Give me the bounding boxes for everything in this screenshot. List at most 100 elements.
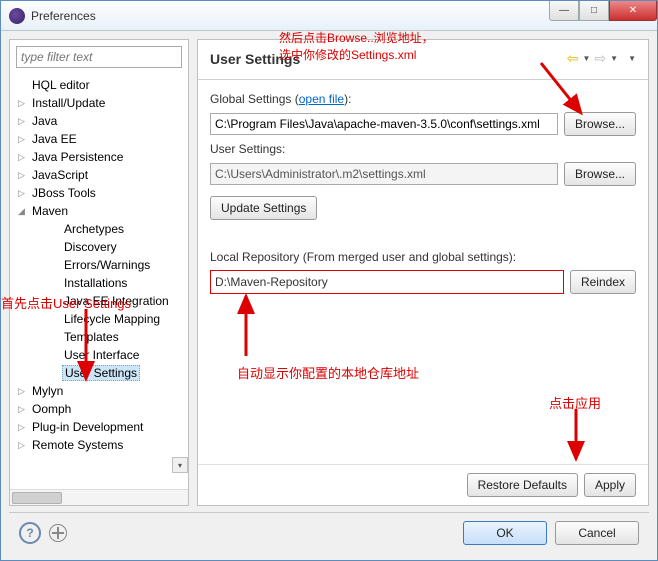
nav-forward-menu[interactable]: ▼ [610,54,618,63]
tree-item-label: Templates [62,330,121,344]
preferences-window: Preferences — □ ✕ HQL editor▷Install/Upd… [0,0,658,561]
apply-button[interactable]: Apply [584,473,636,497]
window-title: Preferences [31,9,549,23]
category-panel: HQL editor▷Install/Update▷Java▷Java EE▷J… [9,39,189,506]
tree-twisty-icon[interactable]: ▷ [18,440,30,451]
nav-forward-icon[interactable]: ⇨ [594,50,606,67]
tree-twisty-icon[interactable]: ◢ [18,206,30,217]
user-settings-label: User Settings: [210,142,636,156]
tree-item-oomph[interactable]: ▷Oomph [10,400,188,418]
tree-item-label: Oomph [30,402,73,416]
tree-twisty-icon[interactable]: ▷ [18,188,30,199]
page-title: User Settings [210,51,300,67]
tree-item-label: Java [30,114,59,128]
page-body: Global Settings (open file): Browse... U… [198,80,648,464]
tree-twisty-icon[interactable]: ▷ [18,404,30,415]
tree-item-label: User Settings [62,365,140,381]
filter-input[interactable] [16,46,182,68]
help-icon[interactable]: ? [19,522,41,544]
dialog-button-bar: ? OK Cancel [9,512,649,552]
tree-item-maven[interactable]: ◢Maven [10,202,188,220]
global-settings-row: Browse... [210,112,636,136]
category-tree[interactable]: HQL editor▷Install/Update▷Java▷Java EE▷J… [10,74,188,489]
hscrollbar-thumb[interactable] [12,492,62,504]
tree-item-label: Lifecycle Mapping [62,312,162,326]
tree-item-user-interface[interactable]: User Interface [10,346,188,364]
tree-item-label: Installations [62,276,129,290]
tree-item-label: Discovery [62,240,119,254]
main-split: HQL editor▷Install/Update▷Java▷Java EE▷J… [9,39,649,506]
tree-item-label: Archetypes [62,222,126,236]
global-settings-input[interactable] [210,113,558,135]
tree-scroll-down[interactable]: ▾ [172,457,188,473]
maximize-button[interactable]: □ [579,1,609,21]
tree-item-user-settings[interactable]: User Settings [10,364,188,382]
tree-item-templates[interactable]: Templates [10,328,188,346]
local-repo-label: Local Repository (From merged user and g… [210,250,636,264]
page-footer: Restore Defaults Apply [198,464,648,505]
tree-item-javascript[interactable]: ▷JavaScript [10,166,188,184]
tree-item-label: Java Persistence [30,150,125,164]
browse-user-button[interactable]: Browse... [564,162,636,186]
tree-item-label: Java EE [30,132,79,146]
tree-twisty-icon[interactable]: ▷ [18,422,30,433]
tree-item-lifecycle-mapping[interactable]: Lifecycle Mapping [10,310,188,328]
tree-item-java-persistence[interactable]: ▷Java Persistence [10,148,188,166]
nav-toolbar: ⇦ ▼ ⇨ ▼ ▼ [567,50,636,67]
update-settings-button[interactable]: Update Settings [210,196,317,220]
tree-hscrollbar[interactable] [10,489,188,505]
cancel-button[interactable]: Cancel [555,521,639,545]
dialog-body: HQL editor▷Install/Update▷Java▷Java EE▷J… [1,31,657,560]
tree-twisty-icon[interactable]: ▷ [18,386,30,397]
tree-item-label: JavaScript [30,168,90,182]
import-export-icon[interactable] [49,524,67,542]
tree-item-remote-systems[interactable]: ▷Remote Systems [10,436,188,454]
tree-item-java-ee[interactable]: ▷Java EE [10,130,188,148]
tree-twisty-icon[interactable]: ▷ [18,134,30,145]
nav-back-menu[interactable]: ▼ [583,54,591,63]
tree-item-install-update[interactable]: ▷Install/Update [10,94,188,112]
titlebar: Preferences — □ ✕ [1,1,657,31]
nav-view-menu[interactable]: ▼ [628,54,636,63]
tree-twisty-icon[interactable]: ▷ [18,170,30,181]
eclipse-icon [9,8,25,24]
page-header: User Settings ⇦ ▼ ⇨ ▼ ▼ [198,40,648,80]
tree-item-errors-warnings[interactable]: Errors/Warnings [10,256,188,274]
tree-item-plug-in-development[interactable]: ▷Plug-in Development [10,418,188,436]
global-settings-label: Global Settings (open file): [210,92,636,106]
reindex-button[interactable]: Reindex [570,270,636,294]
tree-item-discovery[interactable]: Discovery [10,238,188,256]
tree-item-label: Maven [30,204,70,218]
tree-item-java[interactable]: ▷Java [10,112,188,130]
tree-item-label: Remote Systems [30,438,125,452]
tree-item-label: JBoss Tools [30,186,98,200]
restore-defaults-button[interactable]: Restore Defaults [467,473,578,497]
tree-item-java-ee-integration[interactable]: Java EE Integration [10,292,188,310]
tree-item-archetypes[interactable]: Archetypes [10,220,188,238]
tree-item-label: Plug-in Development [30,420,145,434]
tree-twisty-icon[interactable]: ▷ [18,152,30,163]
window-controls: — □ ✕ [549,1,657,30]
tree-item-label: HQL editor [30,78,92,92]
browse-global-button[interactable]: Browse... [564,112,636,136]
tree-twisty-icon[interactable]: ▷ [18,116,30,127]
tree-item-installations[interactable]: Installations [10,274,188,292]
tree-item-label: Install/Update [30,96,107,110]
tree-item-hql-editor[interactable]: HQL editor [10,76,188,94]
local-repo-value: D:\Maven-Repository [210,270,564,294]
tree-item-jboss-tools[interactable]: ▷JBoss Tools [10,184,188,202]
user-settings-input[interactable] [210,163,558,185]
user-settings-row: Browse... [210,162,636,186]
tree-twisty-icon[interactable]: ▷ [18,98,30,109]
close-button[interactable]: ✕ [609,1,657,21]
ok-button[interactable]: OK [463,521,547,545]
tree-item-mylyn[interactable]: ▷Mylyn [10,382,188,400]
open-file-link[interactable]: open file [299,92,344,106]
tree-item-label: Mylyn [30,384,65,398]
filter-container [16,46,182,68]
tree-item-label: User Interface [62,348,141,362]
minimize-button[interactable]: — [549,1,579,21]
nav-back-icon[interactable]: ⇦ [567,50,579,67]
update-row: Update Settings [210,196,636,220]
tree-item-label: Java EE Integration [62,294,171,308]
